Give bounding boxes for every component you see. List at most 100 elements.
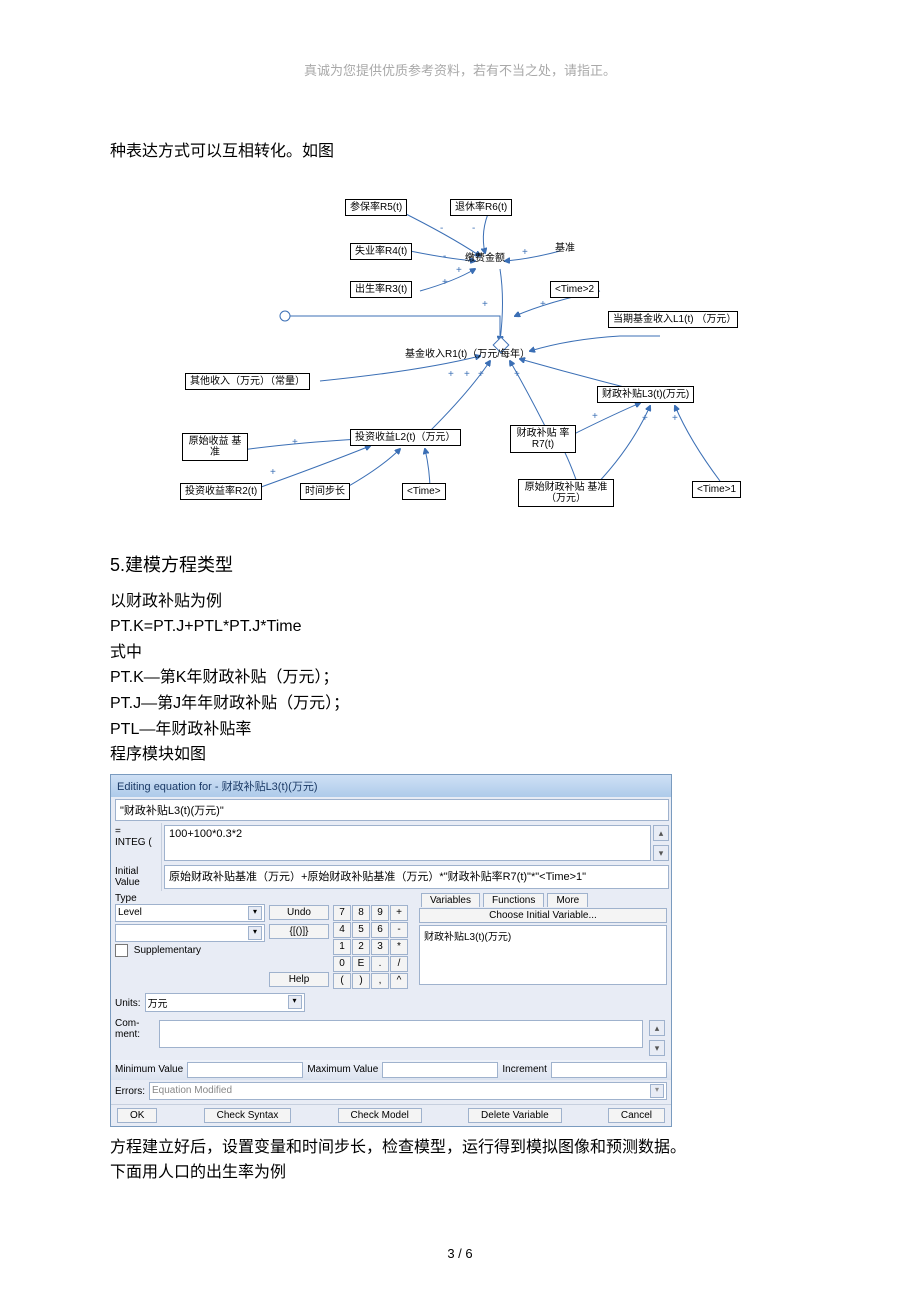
equation-editor: Editing equation for - 财政补贴L3(t)(万元) "财政… bbox=[110, 774, 672, 1127]
keypad-e[interactable]: E bbox=[352, 956, 370, 972]
variable-name-input[interactable]: "财政补贴L3(t)(万元)" bbox=[115, 799, 669, 821]
min-input[interactable] bbox=[187, 1062, 303, 1078]
keypad-6[interactable]: 6 bbox=[371, 922, 389, 938]
intro-line: 种表达方式可以互相转化。如图 bbox=[110, 139, 810, 165]
keypad-plus[interactable]: + bbox=[390, 905, 408, 921]
keypad-3[interactable]: 3 bbox=[371, 939, 389, 955]
supplementary-checkbox[interactable] bbox=[115, 944, 128, 957]
max-label: Maximum Value bbox=[307, 1064, 378, 1075]
type-select[interactable]: Level ▾ bbox=[115, 904, 265, 922]
initial-value-label: Initial Value bbox=[111, 863, 162, 891]
node-time1: <Time>1 bbox=[692, 481, 741, 498]
node-jfe: 缴费金额 bbox=[465, 253, 505, 264]
keypad-0[interactable]: 0 bbox=[333, 956, 351, 972]
node-r5: 参保率R5(t) bbox=[345, 199, 407, 216]
keypad-div[interactable]: / bbox=[390, 956, 408, 972]
node-l1: 当期基金收入L1(t) （万元） bbox=[608, 311, 738, 328]
keypad-minus[interactable]: - bbox=[390, 922, 408, 938]
undo-button[interactable]: Undo bbox=[269, 905, 329, 920]
section5-title: 5.建模方程类型 bbox=[110, 551, 810, 577]
units-label: Units: bbox=[115, 998, 141, 1009]
secondary-select[interactable]: ▾ bbox=[115, 924, 265, 942]
ok-button[interactable]: OK bbox=[117, 1108, 157, 1123]
tab-more[interactable]: More bbox=[547, 893, 588, 907]
chevron-down-icon: ▾ bbox=[248, 926, 262, 940]
node-l2: 投资收益L2(t)（万元） bbox=[350, 429, 461, 446]
check-model-button[interactable]: Check Model bbox=[338, 1108, 422, 1123]
equation-body-input[interactable]: 100+100*0.3*2 bbox=[164, 825, 651, 861]
brackets-button[interactable]: {[()]} bbox=[269, 924, 329, 939]
chevron-down-icon: ▾ bbox=[650, 1084, 664, 1098]
keypad-9[interactable]: 9 bbox=[371, 905, 389, 921]
chevron-down-icon: ▾ bbox=[248, 906, 262, 920]
variable-listbox[interactable]: 财政补贴L3(t)(万元) bbox=[419, 925, 667, 985]
scroll-down-icon[interactable]: ▾ bbox=[653, 845, 669, 861]
comment-input[interactable] bbox=[159, 1020, 643, 1048]
tab-variables[interactable]: Variables bbox=[421, 893, 480, 907]
node-yscb: 原始财政补贴 基准（万元） bbox=[518, 479, 614, 507]
keypad-lparen[interactable]: ( bbox=[333, 973, 351, 989]
node-ysy: 原始收益 基准 bbox=[182, 433, 248, 461]
body-l1: 以财政补贴为例 bbox=[110, 589, 810, 615]
node-other: 其他收入（万元）（常量） bbox=[185, 373, 310, 390]
node-r4: 失业率R4(t) bbox=[350, 243, 412, 260]
after-text-1: 方程建立好后，设置变量和时间步长，检查模型，运行得到模拟图像和预测数据。 bbox=[110, 1135, 810, 1161]
causal-loop-diagram: 参保率R5(t) 退休率R6(t) 失业率R4(t) 缴费金额 基准 出生率R3… bbox=[110, 181, 810, 521]
incr-label: Increment bbox=[502, 1064, 546, 1075]
help-button[interactable]: Help bbox=[269, 972, 329, 987]
type-label: Type bbox=[115, 893, 265, 904]
delete-variable-button[interactable]: Delete Variable bbox=[468, 1108, 562, 1123]
body-l6: PTL—年财政补贴率 bbox=[110, 717, 810, 743]
chevron-down-icon: ▾ bbox=[288, 995, 302, 1009]
scroll-up-icon[interactable]: ▴ bbox=[649, 1020, 665, 1036]
tab-functions[interactable]: Functions bbox=[483, 893, 544, 907]
node-jz: 基准 bbox=[555, 243, 575, 254]
keypad-mult[interactable]: * bbox=[390, 939, 408, 955]
node-time2: <Time>2 bbox=[550, 281, 599, 298]
node-r3: 出生率R3(t) bbox=[350, 281, 412, 298]
integ-label: = INTEG ( bbox=[111, 823, 162, 863]
keypad-2[interactable]: 2 bbox=[352, 939, 370, 955]
keypad-rparen[interactable]: ) bbox=[352, 973, 370, 989]
incr-input[interactable] bbox=[551, 1062, 667, 1078]
choose-initial-button[interactable]: Choose Initial Variable... bbox=[419, 908, 667, 923]
keypad-caret[interactable]: ^ bbox=[390, 973, 408, 989]
check-syntax-button[interactable]: Check Syntax bbox=[204, 1108, 292, 1123]
errors-label: Errors: bbox=[115, 1086, 145, 1097]
node-r1: 基金收入R1(t)（万元/每年） bbox=[405, 349, 530, 360]
list-item[interactable]: 财政补贴L3(t)(万元) bbox=[424, 928, 662, 943]
scroll-down-icon[interactable]: ▾ bbox=[649, 1040, 665, 1056]
node-time: <Time> bbox=[402, 483, 446, 500]
scroll-up-icon[interactable]: ▴ bbox=[653, 825, 669, 841]
editor-title: Editing equation for - 财政补贴L3(t)(万元) bbox=[111, 775, 671, 797]
page-footer: 3 / 6 bbox=[110, 1246, 810, 1261]
units-value: 万元 bbox=[148, 995, 168, 1010]
errors-value: Equation Modified bbox=[152, 1085, 232, 1096]
initial-value-input[interactable]: 原始财政补贴基准（万元）+原始财政补贴基准（万元）*"财政补贴率R7(t)"*"… bbox=[164, 865, 669, 889]
keypad-5[interactable]: 5 bbox=[352, 922, 370, 938]
keypad-4[interactable]: 4 bbox=[333, 922, 351, 938]
keypad-8[interactable]: 8 bbox=[352, 905, 370, 921]
body-l4: PT.K—第K年财政补贴（万元）； bbox=[110, 665, 810, 691]
keypad: 7 8 9 + 4 5 6 - 1 2 3 * 0 E . / ( bbox=[333, 905, 415, 989]
units-select[interactable]: 万元 ▾ bbox=[145, 993, 305, 1012]
keypad-7[interactable]: 7 bbox=[333, 905, 351, 921]
body-l2: PT.K=PT.J+PTL*PT.J*Time bbox=[110, 614, 810, 640]
errors-select[interactable]: Equation Modified ▾ bbox=[149, 1082, 667, 1100]
node-step: 时间步长 bbox=[300, 483, 350, 500]
type-select-value: Level bbox=[118, 907, 142, 918]
node-r2: 投资收益率R2(t) bbox=[180, 483, 262, 500]
cancel-button[interactable]: Cancel bbox=[608, 1108, 665, 1123]
keypad-dot[interactable]: . bbox=[371, 956, 389, 972]
keypad-comma[interactable]: , bbox=[371, 973, 389, 989]
supplementary-label: Supplementary bbox=[134, 945, 201, 956]
body-l5: PT.J—第J年年财政补贴（万元）； bbox=[110, 691, 810, 717]
min-label: Minimum Value bbox=[115, 1064, 183, 1075]
after-text-2: 下面用人口的出生率为例 bbox=[110, 1160, 810, 1186]
keypad-1[interactable]: 1 bbox=[333, 939, 351, 955]
node-l3: 财政补贴L3(t)(万元) bbox=[597, 386, 694, 403]
max-input[interactable] bbox=[382, 1062, 498, 1078]
header-note: 真诚为您提供优质参考资料，若有不当之处，请指正。 bbox=[110, 60, 810, 79]
node-r6: 退休率R6(t) bbox=[450, 199, 512, 216]
body-l7: 程序模块如图 bbox=[110, 742, 810, 768]
